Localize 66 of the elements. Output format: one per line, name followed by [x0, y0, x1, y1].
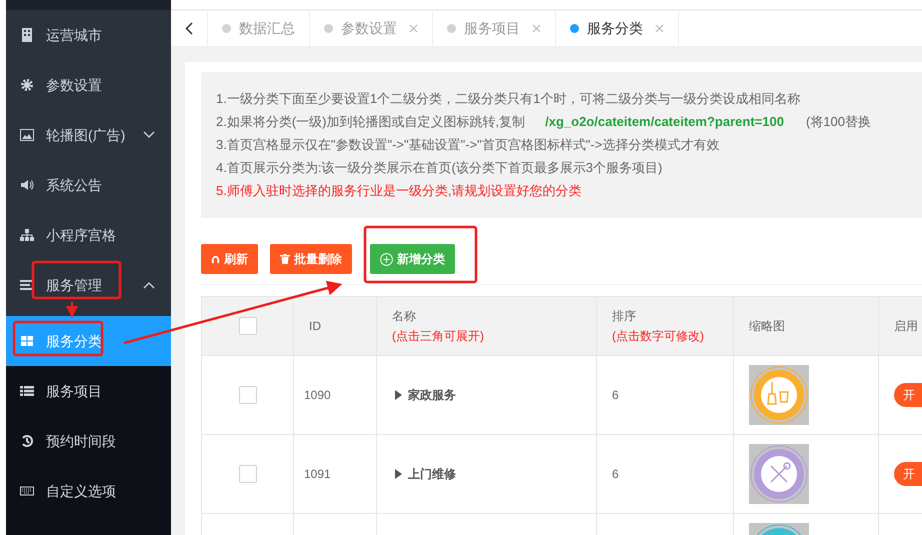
checkbox[interactable]: [238, 317, 256, 335]
sitemap-icon: [20, 228, 34, 242]
sidebar-label: 小程序宫格: [46, 226, 116, 244]
header-label: 启用: [894, 318, 919, 335]
id-cell-text: 1091: [304, 466, 331, 483]
note-link-path: /xg_o2o/cateitem/cateitem?parent=100: [545, 113, 784, 131]
image-icon: [20, 128, 34, 142]
checkbox[interactable]: [238, 386, 256, 404]
expand-triangle-icon[interactable]: [395, 469, 402, 479]
sidebar-label: 服务管理: [46, 276, 102, 294]
keyboard-icon: [20, 484, 34, 498]
grid-icon: [20, 334, 34, 348]
note-text: 2.如果将分类(一级)加到轮播图或自定义图标跳转,复制: [216, 113, 526, 131]
note-text: 4.首页展示分类为:该一级分类展示在首页(该分类下首页最多展示3个服务项目): [216, 159, 664, 177]
annotation-arrow: [66, 302, 78, 318]
toolbar-button[interactable]: 批量删除: [270, 244, 352, 274]
sidebar-item[interactable]: 预约时间段: [6, 416, 171, 466]
add-icon: [380, 252, 393, 266]
sort-cell[interactable]: 6: [612, 465, 619, 483]
sidebar-label: 预约时间段: [46, 432, 116, 450]
tab-label: 参数设置: [341, 19, 397, 38]
settings-icon: [20, 78, 34, 92]
tab-label: 数据汇总: [239, 19, 295, 38]
sidebar-label: 自定义选项: [46, 482, 116, 500]
close-icon[interactable]: [655, 24, 664, 33]
note-text: 5.师傅入驻时选择的服务行业是一级分类,请规划设置好您的分类: [216, 182, 582, 200]
sidebar-label: 系统公告: [46, 176, 102, 194]
note-text: (将100替换: [806, 113, 871, 131]
sidebar-item[interactable]: 服务项目: [6, 366, 171, 416]
expand-triangle-icon[interactable]: [395, 390, 402, 400]
name-cell-text: 上门维修: [408, 466, 456, 483]
sidebar-label: 运营城市: [46, 26, 102, 44]
chevron-down-icon: [143, 131, 155, 139]
trash-icon: [280, 254, 290, 264]
note-text: 3.首页宫格显示仅在"参数设置"->"基础设置"->"首页宫格图标样式"->选择分类模式才有效: [216, 136, 720, 154]
header-label: 排序: [612, 308, 637, 325]
chevron-up-icon: [143, 281, 155, 289]
id-cell-text: 1090: [304, 387, 331, 404]
sidebar-label: 参数设置: [46, 76, 102, 94]
sidebar-label: 服务分类: [46, 332, 102, 350]
speaker-icon: [20, 178, 34, 192]
sidebar-item[interactable]: 自定义选项: [6, 466, 171, 516]
list-icon: [20, 384, 34, 398]
header-label: ID: [309, 318, 322, 335]
header-hint: (点击数字可修改): [612, 328, 705, 345]
header-hint: (点击三角可展开): [392, 328, 485, 345]
header-label: 缩略图: [749, 318, 786, 335]
close-icon[interactable]: [409, 24, 418, 33]
refresh-icon: [211, 254, 220, 264]
sidebar-label: 轮播图(广告): [46, 126, 126, 145]
status-switch[interactable]: 开: [894, 462, 922, 486]
tab-label: 服务项目: [464, 19, 520, 38]
tab-label: 服务分类: [587, 19, 643, 38]
close-icon[interactable]: [532, 24, 541, 33]
note-text: 1.一级分类下面至少要设置1个二级分类，二级分类只有1个时，可将二级分类与一级分类设成相同名称: [216, 90, 802, 108]
list-icon: [20, 278, 34, 292]
status-switch[interactable]: 开: [894, 383, 922, 407]
building-icon: [20, 28, 34, 42]
sidebar-label: 服务项目: [46, 382, 102, 400]
history-icon: [20, 434, 34, 448]
toolbar-button[interactable]: 刷新: [201, 244, 258, 274]
name-cell-text: 家政服务: [408, 387, 456, 404]
checkbox[interactable]: [238, 465, 256, 483]
header-label: 名称: [392, 308, 417, 325]
sort-cell[interactable]: 6: [612, 386, 619, 404]
chevron-left-icon: [185, 22, 193, 35]
